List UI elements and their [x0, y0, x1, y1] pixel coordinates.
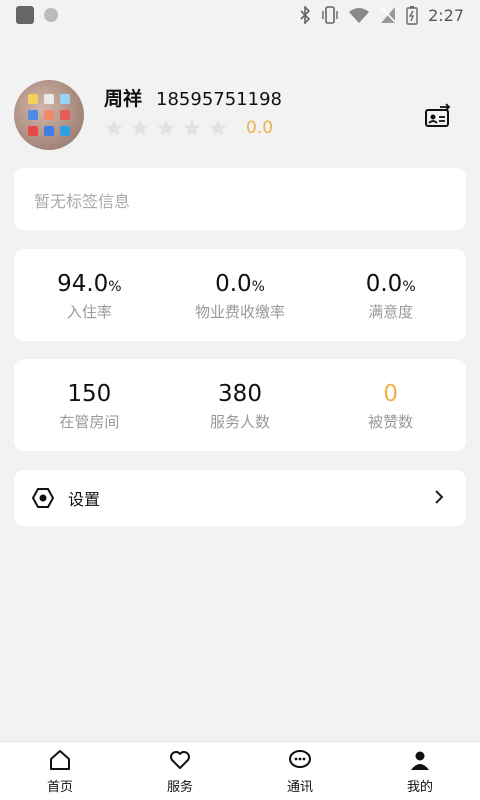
star-icon	[209, 119, 227, 136]
stat-value: 0.0	[365, 271, 403, 297]
stat-value: 94.0	[57, 271, 109, 297]
settings-row[interactable]: 设置	[14, 470, 466, 526]
tags-card[interactable]: 暂无标签信息	[14, 168, 466, 230]
stat-label: 在管房间	[59, 413, 120, 431]
rating-value: 0.0	[246, 118, 274, 138]
stat-fee-collection[interactable]: 0.0% 物业费收缴率	[165, 249, 316, 341]
star-icon	[105, 119, 123, 136]
rating-stars: 0.0	[104, 118, 273, 138]
bluetooth-icon	[300, 6, 311, 24]
stat-unit: %	[402, 279, 416, 295]
stats-card-counts: 150 在管房间 380 服务人数 0 被赞数	[14, 359, 466, 451]
star-icon	[183, 119, 201, 136]
stat-label: 满意度	[368, 303, 414, 321]
stats-card-rates: 94.0% 入住率 0.0% 物业费收缴率 0.0% 满意度	[14, 249, 466, 341]
status-time: 2:27	[428, 5, 464, 25]
stat-served-people[interactable]: 380 服务人数	[165, 359, 316, 451]
notification-dot-icon	[44, 8, 58, 22]
tags-placeholder: 暂无标签信息	[34, 192, 131, 211]
stat-label: 被赞数	[368, 413, 414, 431]
stat-value: 150	[67, 381, 112, 407]
notification-icon	[16, 6, 34, 24]
chat-icon	[289, 750, 311, 768]
tab-label: 通讯	[286, 780, 313, 795]
settings-icon	[32, 488, 54, 508]
signal-icon	[381, 7, 396, 23]
battery-icon	[406, 6, 418, 25]
chevron-right-icon	[435, 490, 444, 504]
tab-label: 服务	[166, 780, 193, 795]
business-card-icon[interactable]	[424, 102, 452, 130]
star-icon	[157, 119, 175, 136]
stat-label: 物业费收缴率	[195, 303, 286, 321]
tab-label: 首页	[46, 780, 73, 795]
user-icon	[411, 751, 429, 770]
stat-unit: %	[251, 279, 265, 295]
status-bar: 2:27	[0, 0, 480, 30]
wifi-icon	[349, 8, 370, 23]
stat-occupancy[interactable]: 94.0% 入住率	[14, 249, 165, 341]
user-phone: 18595751198	[156, 89, 282, 110]
tab-service[interactable]: 服务	[120, 742, 240, 800]
tab-label: 我的	[406, 780, 433, 795]
heart-icon	[170, 751, 190, 769]
home-icon	[50, 750, 70, 770]
stat-value: 0	[383, 381, 398, 407]
stat-satisfaction[interactable]: 0.0% 满意度	[315, 249, 466, 341]
stat-likes[interactable]: 0 被赞数	[315, 359, 466, 451]
stat-value: 380	[218, 381, 262, 407]
tab-home[interactable]: 首页	[0, 742, 120, 800]
star-icon	[131, 119, 149, 136]
settings-label: 设置	[68, 490, 101, 509]
bottom-tab-bar: 首页 服务 通讯 我的	[0, 741, 480, 800]
stat-label: 服务人数	[210, 413, 271, 431]
profile-header: 周祥 18595751198 0.0	[14, 80, 466, 152]
vibrate-icon	[322, 6, 338, 24]
avatar[interactable]	[14, 80, 84, 150]
stat-managed-rooms[interactable]: 150 在管房间	[14, 359, 165, 451]
stat-label: 入住率	[66, 303, 112, 321]
user-name: 周祥	[104, 88, 143, 110]
tab-messages[interactable]: 通讯	[240, 742, 360, 800]
tab-mine[interactable]: 我的	[360, 742, 480, 800]
stat-value: 0.0	[215, 271, 252, 297]
stat-unit: %	[108, 279, 122, 295]
